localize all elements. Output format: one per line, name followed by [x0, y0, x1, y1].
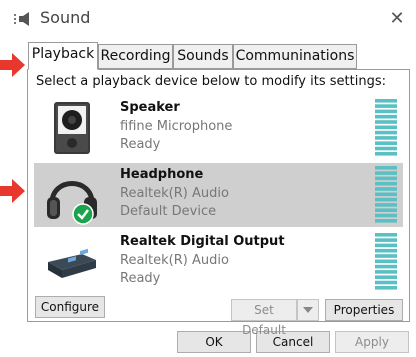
title-bar: Sound ✕	[0, 0, 416, 38]
device-status: Ready	[120, 137, 161, 152]
window-title: Sound	[40, 8, 91, 27]
set-default-button[interactable]: Set Default	[231, 299, 297, 337]
device-name: Headphone	[120, 167, 204, 182]
device-subtitle: fifine Microphone	[120, 119, 233, 134]
device-subtitle: Realtek(R) Audio	[120, 253, 229, 268]
ok-button[interactable]: OK	[177, 331, 251, 353]
device-status: Ready	[120, 271, 161, 286]
device-item-speaker[interactable]: Speaker fifine Microphone Ready	[34, 96, 403, 160]
volume-meter	[375, 233, 397, 291]
check-badge-icon	[72, 203, 94, 225]
close-button[interactable]: ✕	[386, 8, 408, 30]
digital-output-icon	[42, 232, 102, 292]
properties-button[interactable]: Properties	[325, 299, 403, 321]
configure-button[interactable]: Configure	[35, 296, 105, 318]
device-subtitle: Realtek(R) Audio	[120, 186, 229, 201]
volume-meter	[375, 166, 397, 224]
device-name: Realtek Digital Output	[120, 234, 285, 249]
device-name: Speaker	[120, 100, 180, 115]
tab-playback[interactable]: Playback	[28, 42, 98, 70]
device-item-digital-output[interactable]: Realtek Digital Output Realtek(R) Audio …	[34, 230, 403, 294]
set-default-dropdown[interactable]	[297, 299, 319, 321]
tab-recording[interactable]: Recording	[98, 44, 173, 69]
chevron-down-icon	[302, 303, 314, 317]
volume-meter	[375, 99, 397, 157]
device-status: Default Device	[120, 204, 217, 219]
speaker-icon	[42, 98, 102, 158]
apply-button[interactable]: Apply	[335, 331, 409, 353]
playback-panel: Select a playback device below to modify…	[27, 69, 410, 337]
tab-sounds[interactable]: Sounds	[173, 44, 233, 69]
instruction-text: Select a playback device below to modify…	[36, 74, 386, 89]
speaker-icon	[14, 11, 36, 27]
red-arrow-icon	[0, 52, 26, 78]
tab-communications[interactable]: Communinations	[233, 44, 357, 69]
device-item-headphone[interactable]: Headphone Realtek(R) Audio Default Devic…	[34, 163, 403, 227]
red-arrow-icon	[0, 178, 26, 204]
